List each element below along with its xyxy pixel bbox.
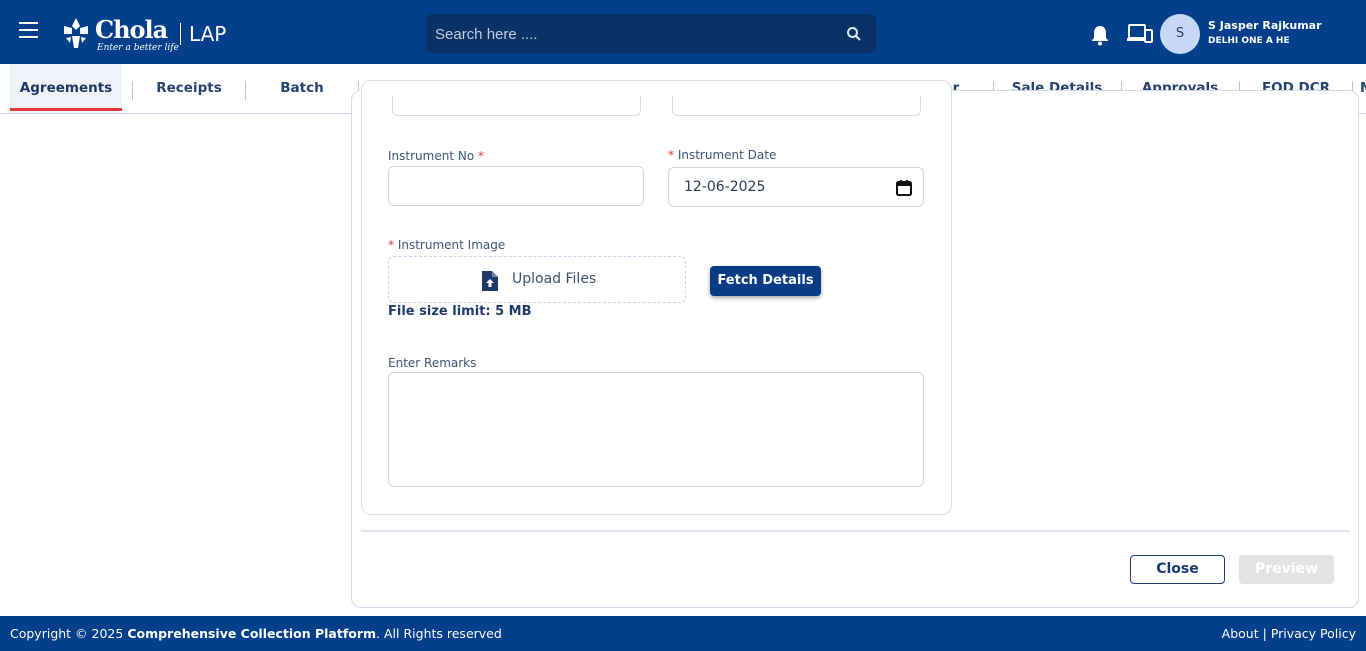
brand-name: Chola [95, 15, 168, 44]
search-input[interactable] [435, 24, 835, 44]
preview-button[interactable]: Preview [1239, 555, 1334, 584]
about-link[interactable]: About [1222, 626, 1259, 641]
scrolled-field[interactable] [672, 96, 921, 116]
tab-overflow[interactable]: M [1360, 64, 1366, 113]
actions-divider [361, 530, 1350, 532]
app-name: LAP [189, 22, 227, 46]
instrument-no-input[interactable] [388, 166, 644, 206]
footer-links: About | Privacy Policy [1221, 626, 1356, 641]
instrument-image-label: * Instrument Image [388, 238, 506, 252]
remarks-label: Enter Remarks [388, 356, 477, 370]
fetch-details-button[interactable]: Fetch Details [710, 266, 821, 296]
tab-agreements[interactable]: Agreements [10, 64, 122, 113]
file-upload-icon [482, 271, 498, 291]
tab-receipts[interactable]: Receipts [140, 64, 238, 113]
search-bar[interactable] [426, 14, 876, 53]
logo-divider [180, 23, 181, 45]
tab-divider [132, 81, 133, 100]
menu-icon[interactable] [18, 22, 40, 42]
tab-batch[interactable]: Batch [255, 64, 349, 113]
avatar[interactable]: S [1160, 14, 1200, 54]
user-name: S Jasper Rajkumar [1208, 19, 1322, 32]
footer: Copyright © 2025 Comprehensive Collectio… [0, 616, 1366, 651]
upload-files-label: Upload Files [512, 271, 597, 287]
footer-copyright: Copyright © 2025 Comprehensive Collectio… [10, 626, 502, 641]
instrument-date-input[interactable]: 12-06-2025 [668, 167, 924, 207]
platform-name: Comprehensive Collection Platform [127, 626, 377, 641]
close-button[interactable]: Close [1130, 555, 1225, 584]
devices-icon[interactable] [1127, 24, 1153, 44]
tab-divider [245, 81, 246, 100]
top-bar: Chola Enter a better life LAP S S Jasper… [0, 0, 1366, 64]
remarks-textarea[interactable] [388, 372, 924, 487]
chola-logo-mark [64, 18, 88, 48]
chola-logo[interactable]: Chola Enter a better life [58, 14, 179, 54]
brand-tagline: Enter a better life [97, 43, 179, 53]
upload-files-dropzone[interactable]: Upload Files [388, 256, 686, 303]
instrument-date-value: 12-06-2025 [684, 179, 766, 195]
user-branch: DELHI ONE A HE [1208, 36, 1290, 46]
instrument-no-label: Instrument No * [388, 149, 484, 163]
scrolled-field[interactable] [392, 96, 641, 116]
instrument-date-label: * Instrument Date [668, 148, 777, 162]
search-icon[interactable] [846, 26, 862, 42]
privacy-policy-link[interactable]: Privacy Policy [1271, 626, 1356, 641]
calendar-icon[interactable] [895, 179, 913, 197]
bell-icon[interactable] [1089, 24, 1111, 46]
file-size-limit: File size limit: 5 MB [388, 304, 532, 319]
